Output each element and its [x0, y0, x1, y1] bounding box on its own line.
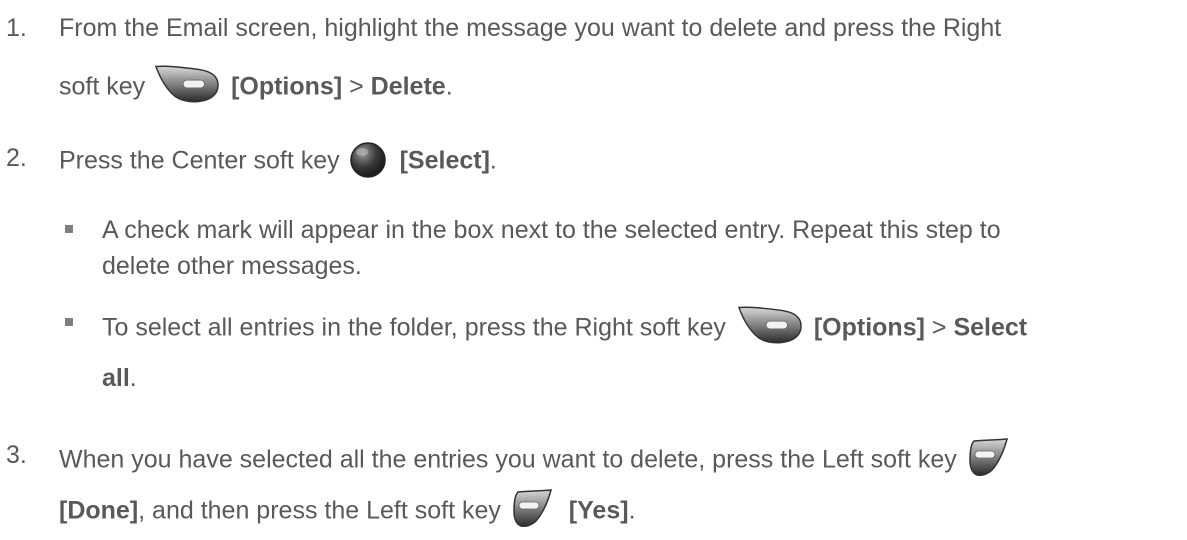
center-soft-key-icon — [349, 141, 387, 179]
menu-action-all: all — [102, 364, 130, 392]
step-3-line-1: When you have selected all the entries y… — [59, 440, 1010, 470]
bullet-2-line-2: all. — [102, 363, 137, 393]
bullet-2-line-1: To select all entries in the folder, pre… — [102, 308, 1027, 338]
menu-action-delete: Delete — [370, 72, 446, 101]
step-number: 2. — [6, 144, 27, 172]
step-text: , and then press the Left soft key — [138, 496, 501, 525]
left-soft-key-icon — [968, 436, 1010, 478]
step-3-line-2: [Done], and then press the Left soft key… — [59, 491, 636, 521]
menu-action-select: Select — [953, 313, 1028, 342]
bullet-text: To select all entries in the folder, pre… — [102, 313, 726, 342]
key-label-done: [Done] — [59, 496, 139, 525]
menu-separator: > — [342, 72, 371, 101]
step-1-line-2: soft key [Options] > Delete. — [59, 67, 453, 97]
step-text: soft key — [59, 72, 146, 101]
step-1-line-1: From the Email screen, highlight the mes… — [59, 13, 1001, 43]
punctuation: . — [129, 364, 137, 392]
step-number: 3. — [6, 441, 27, 469]
punctuation: . — [628, 496, 636, 525]
bullet-text: delete other messages. — [102, 252, 362, 280]
punctuation: . — [489, 146, 497, 175]
bullet-1-line-2: delete other messages. — [102, 251, 362, 281]
step-number: 1. — [6, 14, 27, 42]
step-2-line-1: Press the Center soft key [Select]. — [59, 142, 497, 178]
step-text: From the Email screen, highlight the mes… — [59, 14, 1002, 42]
step-text: Press the Center soft key — [59, 146, 340, 175]
key-label-options: [Options] — [231, 72, 343, 101]
key-label-select: [Select] — [399, 146, 490, 175]
bullet-text: A check mark will appear in the box next… — [102, 216, 1001, 244]
step-text: When you have selected all the entries y… — [59, 445, 957, 474]
punctuation: . — [445, 72, 453, 101]
menu-separator: > — [924, 313, 954, 342]
left-soft-key-icon — [512, 487, 554, 529]
key-label-options: [Options] — [813, 313, 925, 342]
bullet-marker — [65, 225, 73, 233]
key-label-yes: [Yes] — [568, 496, 629, 525]
right-soft-key-icon — [737, 304, 803, 346]
bullet-1-line-1: A check mark will appear in the box next… — [102, 215, 1001, 245]
bullet-marker — [65, 318, 73, 326]
right-soft-key-icon — [154, 63, 220, 105]
